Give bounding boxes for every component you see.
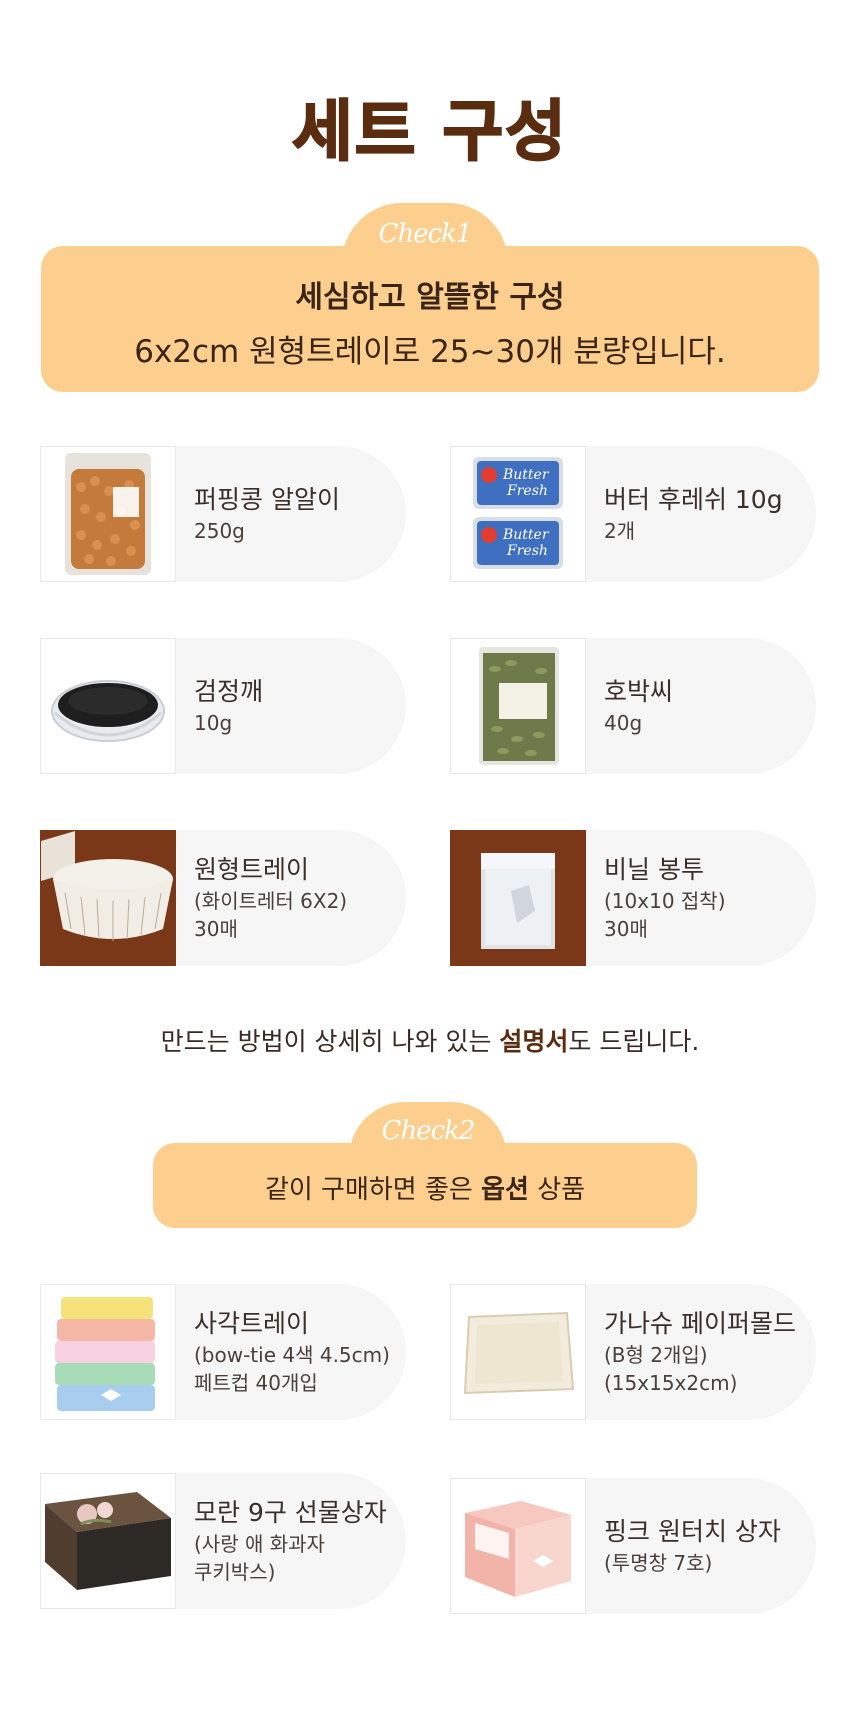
svg-text:Butter: Butter xyxy=(502,527,550,543)
svg-text:Fresh: Fresh xyxy=(506,483,548,499)
item-card-vinyl-bag: 비닐 봉투 (10x10 접착) 30매 xyxy=(450,830,816,966)
vinyl-bag-photo xyxy=(450,830,586,966)
square-tray-photo xyxy=(40,1284,176,1420)
option-card-gift-box: 모란 9구 선물상자 (사랑 애 화과자 쿠키박스) xyxy=(40,1473,406,1609)
item-detail: 30매 xyxy=(604,917,648,941)
check2-banner: 같이 구매하면 좋은 옵션 상품 xyxy=(153,1143,697,1228)
option-detail: 쿠키박스) xyxy=(194,1560,276,1584)
item-card-pumpkin-seed: 호박씨 40g xyxy=(450,638,816,774)
option-detail: (투명창 7호) xyxy=(604,1551,713,1575)
item-name: 검정깨 xyxy=(194,677,264,706)
option-detail: 페트컵 40개입 xyxy=(194,1371,318,1395)
item-detail: (화이트레터 6X2) xyxy=(194,889,348,913)
option-detail: (bow-tie 4색 4.5cm) xyxy=(194,1343,390,1367)
check2-heading: 같이 구매하면 좋은 옵션 상품 xyxy=(264,1175,586,1205)
gift-box-photo xyxy=(40,1473,176,1609)
option-detail: (사랑 애 화과자 xyxy=(194,1532,325,1556)
butter-pack-photo: Butter Fresh Butter Fresh xyxy=(450,446,586,582)
item-name: 원형트레이 xyxy=(194,855,310,884)
check2-tab-label: Check2 xyxy=(381,1116,476,1146)
option-card-paper-mold: 가나슈 페이퍼몰드 (B형 2개입) (15x15x2cm) xyxy=(450,1284,816,1420)
pink-box-photo xyxy=(450,1478,586,1614)
beans-bag-photo xyxy=(40,446,176,582)
option-card-pink-box: 핑크 원터치 상자 (투명창 7호) xyxy=(450,1478,816,1614)
item-detail: 250g xyxy=(194,519,245,543)
option-name: 모란 9구 선물상자 xyxy=(194,1498,387,1527)
item-detail: 10g xyxy=(194,711,233,735)
option-name: 가나슈 페이퍼몰드 xyxy=(604,1309,796,1338)
item-card-round-tray: 원형트레이 (화이트레터 6X2) 30매 xyxy=(40,830,406,966)
paper-mold-photo xyxy=(450,1284,586,1420)
check1-description: 6x2cm 원형트레이로 25~30개 분량입니다. xyxy=(134,334,726,370)
option-detail: (B형 2개입) xyxy=(604,1343,708,1367)
option-name: 사각트레이 xyxy=(194,1309,310,1338)
check1-banner: 세심하고 알뜰한 구성 6x2cm 원형트레이로 25~30개 분량입니다. xyxy=(41,246,819,392)
round-tray-photo xyxy=(40,830,176,966)
check1-tab-label: Check1 xyxy=(378,219,473,249)
manual-highlight: 설명서 xyxy=(499,1027,569,1056)
item-detail: 2개 xyxy=(604,519,636,543)
item-detail: 30매 xyxy=(194,917,238,941)
item-detail: (10x10 접착) xyxy=(604,889,726,913)
pumpkin-seed-photo xyxy=(450,638,586,774)
check1-heading: 세심하고 알뜰한 구성 xyxy=(295,280,565,315)
option-card-square-tray: 사각트레이 (bow-tie 4색 4.5cm) 페트컵 40개입 xyxy=(40,1284,406,1420)
option-detail: (15x15x2cm) xyxy=(604,1371,738,1395)
item-card-butter: Butter Fresh Butter Fresh 버터 후레쉬 10g 2개 xyxy=(450,446,816,582)
item-name: 비닐 봉투 xyxy=(604,855,704,884)
svg-text:Fresh: Fresh xyxy=(506,543,548,559)
svg-text:Butter: Butter xyxy=(502,467,550,483)
item-card-black-sesame: 검정깨 10g xyxy=(40,638,406,774)
item-name: 퍼핑콩 알알이 xyxy=(194,485,340,514)
item-name: 호박씨 xyxy=(604,677,674,706)
manual-note: 만드는 방법이 상세히 나와 있는 설명서도 드립니다. xyxy=(160,1027,700,1056)
item-name: 버터 후레쉬 10g xyxy=(604,485,783,514)
item-card-puffed-beans: 퍼핑콩 알알이 250g xyxy=(40,446,406,582)
page-title: 세트 구성 xyxy=(291,92,568,171)
option-name: 핑크 원터치 상자 xyxy=(604,1517,781,1546)
black-sesame-photo xyxy=(40,638,176,774)
item-detail: 40g xyxy=(604,711,643,735)
